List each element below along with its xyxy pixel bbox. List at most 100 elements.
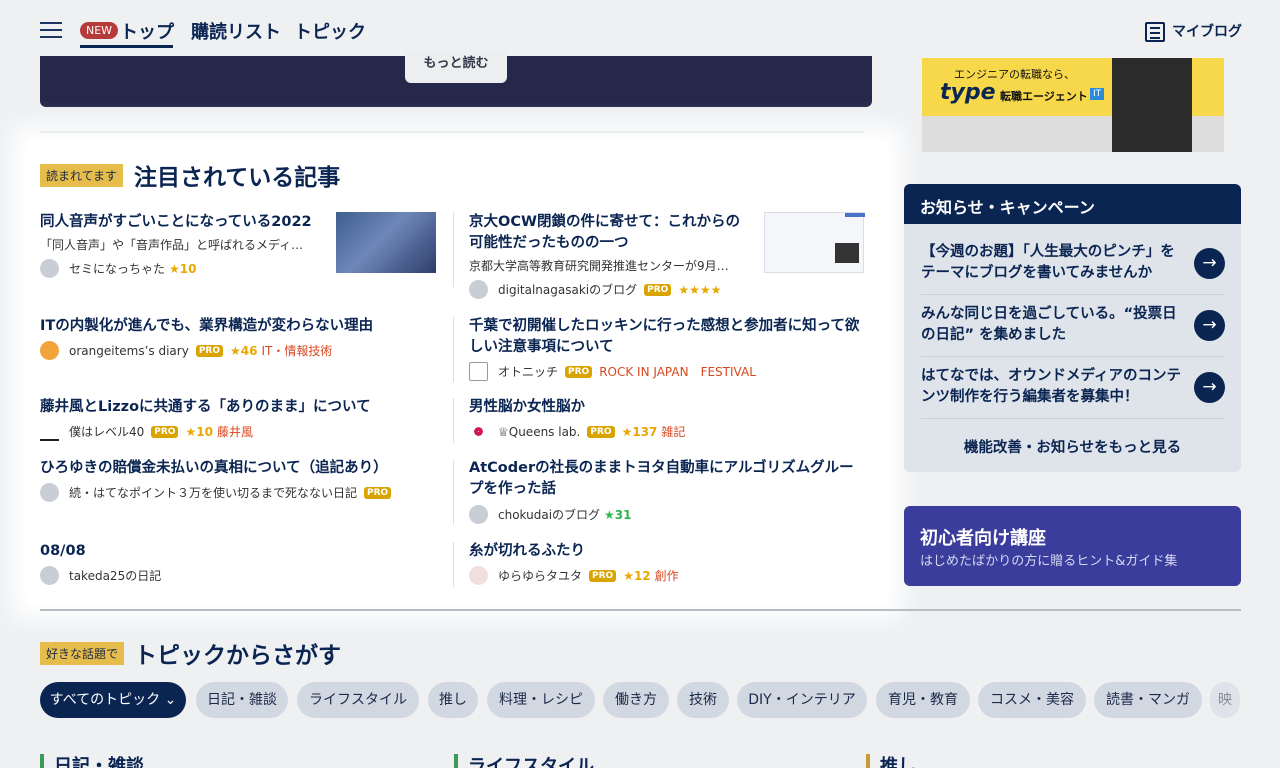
category-label[interactable]: 藤井風: [217, 423, 253, 440]
topics-tag: 好きな話題で: [40, 642, 125, 665]
pro-badge: PRO: [195, 344, 224, 357]
arrow-right-icon[interactable]: →: [1194, 372, 1225, 403]
article-meta: セミになっちゃた ★10: [40, 259, 196, 278]
ad-badge: IT: [1090, 88, 1105, 100]
star-count: ★★★★: [678, 282, 722, 297]
article-meta: 続・はてなポイント３万を使い切るまで死なない日記 PRO: [40, 483, 440, 502]
article-thumbnail[interactable]: [336, 212, 436, 273]
article-title[interactable]: 男性脳か女性脳か: [469, 397, 864, 418]
article-thumbnail[interactable]: [764, 212, 865, 273]
topic-chip[interactable]: DIY・インテリア: [737, 682, 867, 718]
author-name[interactable]: オトニッチ: [498, 363, 558, 380]
category-label[interactable]: IT・情報技術: [261, 342, 332, 359]
article-title[interactable]: 糸が切れるふたり: [469, 541, 864, 562]
active-tab-underline: [80, 45, 173, 48]
section-divider: [40, 131, 864, 133]
arrow-right-icon[interactable]: →: [1194, 310, 1225, 341]
author-name[interactable]: 続・はてなポイント３万を使い切るまで死なない日記: [69, 484, 357, 501]
author-name[interactable]: digitalnagasakiのブログ: [498, 281, 637, 298]
article-meta: chokudaiのブログ ★31: [469, 505, 632, 524]
author-name[interactable]: セミになっちゃた: [69, 260, 165, 277]
topic-chip[interactable]: 料理・レシピ: [487, 682, 595, 718]
notice-divider: [921, 294, 1225, 295]
section-divider: [40, 609, 1241, 611]
tab-top[interactable]: トップ: [120, 18, 174, 44]
article-title[interactable]: ITの内製化が進んでも、業界構造が変わらない理由: [40, 316, 440, 337]
topic-chip[interactable]: コスメ・美容: [978, 682, 1086, 718]
author-name[interactable]: chokudaiのブログ: [498, 506, 600, 523]
article-title[interactable]: 08/08: [40, 541, 440, 562]
author-avatar: [469, 566, 488, 585]
topics-title: トピックからさがす: [134, 643, 341, 669]
column-divider: [453, 212, 454, 287]
beginner-title: 初心者向け講座: [920, 528, 1046, 549]
pro-badge: PRO: [565, 365, 593, 378]
author-avatar: [40, 259, 59, 278]
topic-column-title[interactable]: 推し: [868, 752, 916, 768]
topic-chip[interactable]: 映: [1210, 682, 1240, 718]
article-meta: ゆらゆらタユタ PRO ★12 創作: [469, 566, 679, 585]
topic-column-title[interactable]: ライフスタイル: [456, 752, 594, 768]
topic-chip-all[interactable]: すべてのトピック ⌄: [40, 682, 186, 718]
author-avatar: [40, 566, 59, 585]
featured-tag: 読まれてます: [40, 164, 124, 187]
star-count: ★46: [230, 343, 258, 358]
featured-title: 注目されている記事: [134, 165, 341, 191]
myblog-link[interactable]: マイブログ: [1172, 21, 1242, 41]
notice-item[interactable]: はてなでは、オウンドメディアのコンテンツ制作を行う編集者を募集中！: [921, 366, 1185, 408]
topic-chip[interactable]: 読書・マンガ: [1094, 682, 1202, 718]
category-label[interactable]: 雑記: [661, 423, 685, 440]
author-name[interactable]: 僕はレベル40: [69, 423, 144, 440]
column-divider: [453, 542, 454, 587]
star-count: ★10: [169, 261, 197, 276]
ad-line2: 転職エージェント: [1000, 90, 1088, 103]
ad-banner[interactable]: エンジニアの転職なら、 type 転職エージェント IT: [922, 58, 1224, 152]
pro-badge: PRO: [587, 425, 615, 438]
column-divider: [453, 398, 454, 443]
pro-badge: PRO: [151, 425, 179, 438]
article-title[interactable]: 京大OCW閉鎖の件に寄せて：これからの可能性だったものの一つ: [469, 212, 754, 254]
article-title[interactable]: 同人音声がすごいことになっている2022: [40, 212, 330, 233]
pro-badge: PRO: [589, 569, 617, 582]
notice-item[interactable]: 【今週のお題】「人生最大のピンチ」をテーマにブログを書いてみませんか: [921, 242, 1185, 284]
article-desc: 京都大学高等教育研究開発推進センターが9月…: [469, 259, 729, 273]
article-meta: takeda25の日記: [40, 566, 161, 585]
article-title[interactable]: AtCoderの社長のままトヨタ自動車にアルゴリズムグループを作った話: [469, 458, 864, 500]
article-meta: 僕はレベル40 PRO ★10 藤井風: [40, 422, 253, 441]
topic-chip[interactable]: 働き方: [603, 682, 669, 718]
article-meta: digitalnagasakiのブログ PRO ★★★★: [469, 280, 721, 299]
read-more-button[interactable]: もっと読む: [405, 50, 507, 83]
arrow-right-icon[interactable]: →: [1194, 248, 1225, 279]
notice-divider: [921, 356, 1225, 357]
new-badge: NEW: [80, 22, 119, 39]
beginner-guide-banner[interactable]: 初心者向け講座 はじめたばかりの方に贈るヒント&ガイド集: [904, 506, 1241, 586]
topic-chip[interactable]: 育児・教育: [876, 682, 970, 718]
topic-chip[interactable]: 日記・雑談: [196, 682, 288, 718]
topic-chip[interactable]: 推し: [428, 682, 478, 718]
article-desc: 「同人音声」や「音声作品」と呼ばれるメディ…: [40, 238, 304, 252]
article-title[interactable]: ひろゆきの賠償金未払いの真相について（追記あり）: [40, 458, 440, 479]
category-label[interactable]: ROCK IN JAPAN FESTIVAL: [599, 363, 756, 380]
category-label[interactable]: 創作: [655, 567, 679, 584]
topic-chip[interactable]: ライフスタイル: [297, 682, 419, 718]
author-name[interactable]: takeda25の日記: [69, 567, 161, 584]
notice-more-link[interactable]: 機能改善・お知らせをもっと見る: [904, 436, 1241, 457]
author-name[interactable]: ♕Queens lab.: [498, 425, 580, 439]
pro-badge: PRO: [364, 486, 392, 499]
beginner-subtitle: はじめたばかりの方に贈るヒント&ガイド集: [920, 554, 1178, 569]
author-name[interactable]: orangeitems’s diary: [69, 344, 189, 358]
column-divider: [453, 460, 454, 525]
author-name[interactable]: ゆらゆらタユタ: [498, 567, 582, 584]
article-title[interactable]: 藤井風とLizzoに共通する「ありのまま」について: [40, 397, 440, 418]
tab-subscriptions[interactable]: 購読リスト: [191, 18, 281, 44]
article-title[interactable]: 千葉で初開催したロッキンに行った感想と参加者に知って欲しい注意事項について: [469, 316, 864, 358]
tab-topics[interactable]: トピック: [294, 18, 366, 44]
author-avatar: [40, 422, 59, 441]
menu-icon[interactable]: [40, 22, 62, 40]
topic-column-title[interactable]: 日記・雑談: [42, 752, 144, 768]
featured-panel: [26, 140, 888, 605]
myblog-icon[interactable]: [1145, 22, 1165, 42]
topic-chip[interactable]: 技術: [677, 682, 729, 718]
notice-item[interactable]: みんな同じ日を過ごしている。“投票日の日記” を集めました: [921, 304, 1185, 346]
author-avatar: [469, 422, 488, 441]
